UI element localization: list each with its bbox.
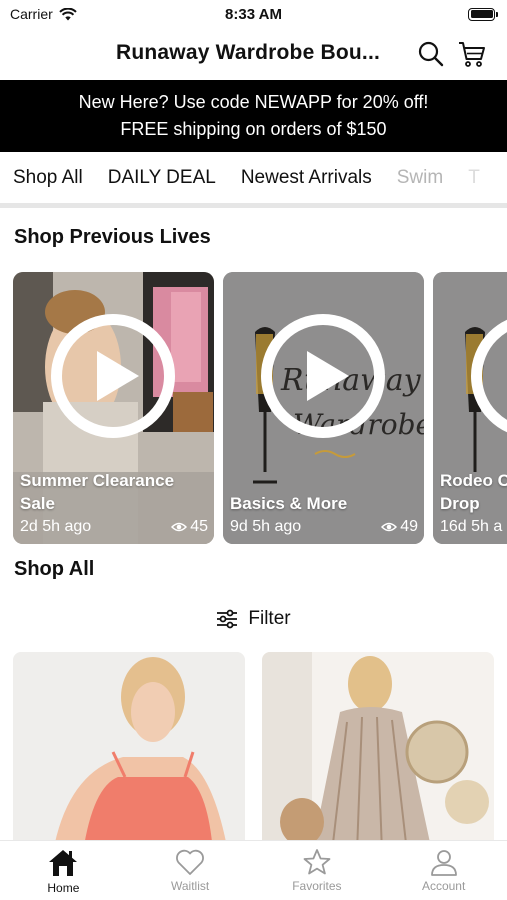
cart-button[interactable]	[456, 38, 488, 70]
nav-favorites-label: Favorites	[292, 879, 342, 893]
nav-favorites[interactable]: Favorites	[254, 841, 381, 900]
app-header: Runaway Wardrobe Bou...	[0, 28, 507, 78]
nav-waitlist-label: Waitlist	[171, 879, 210, 893]
cart-icon	[459, 42, 485, 67]
product-card[interactable]	[13, 652, 245, 852]
live-card[interactable]: Summer Clearance Sale 2d 5h ago 45	[13, 272, 214, 544]
live-title: Basics & More	[230, 494, 348, 513]
lives-section-title: Shop Previous Lives	[14, 226, 211, 248]
tab-newest-arrivals[interactable]: Newest Arrivals	[241, 152, 372, 203]
play-button[interactable]	[51, 314, 175, 438]
search-button[interactable]	[415, 38, 447, 70]
nav-account-label: Account	[421, 879, 466, 893]
product-image	[262, 652, 494, 852]
lives-carousel[interactable]: Summer Clearance Sale 2d 5h ago 45 Runaw…	[13, 272, 507, 544]
live-title: Summer Clearance Sale	[20, 471, 175, 513]
star-icon	[303, 849, 331, 875]
play-button[interactable]	[261, 314, 385, 438]
promo-line-1: New Here? Use code NEWAPP for 20% off!	[78, 92, 429, 112]
promo-line-2: FREE shipping on orders of $150	[120, 119, 387, 139]
search-icon	[418, 41, 444, 67]
tab-daily-deal[interactable]: DAILY DEAL	[108, 152, 216, 203]
eye-icon	[381, 522, 398, 532]
live-title: Rodeo C Drop	[440, 471, 507, 513]
wifi-icon	[59, 7, 77, 20]
account-icon	[430, 850, 457, 876]
live-time-ago: 2d 5h ago	[20, 518, 92, 535]
heart-icon	[176, 849, 205, 875]
nav-home[interactable]: Home	[0, 841, 127, 900]
shop-all-title: Shop All	[14, 558, 95, 580]
home-icon	[49, 850, 78, 876]
filter-label: Filter	[248, 608, 291, 629]
filter-button[interactable]: Filter	[0, 604, 507, 634]
product-card[interactable]	[262, 652, 494, 852]
category-tabs: Shop All DAILY DEAL Newest Arrivals Swim…	[0, 152, 507, 208]
nav-account[interactable]: Account	[380, 841, 507, 900]
nav-waitlist[interactable]: Waitlist	[127, 841, 254, 900]
bottom-nav: Home Waitlist Favorites Account	[0, 840, 507, 900]
carrier-label: Carrier	[10, 6, 53, 22]
tab-swim[interactable]: Swim	[397, 152, 443, 203]
nav-home-label: Home	[47, 881, 80, 895]
play-icon	[307, 351, 349, 401]
live-time-ago: 16d 5h a	[440, 518, 503, 535]
promo-banner[interactable]: New Here? Use code NEWAPP for 20% off! F…	[0, 80, 507, 152]
eye-icon	[171, 522, 188, 532]
filter-icon	[217, 609, 238, 629]
view-count: 49	[400, 518, 418, 535]
tab-more[interactable]: T	[468, 152, 480, 203]
view-count: 45	[190, 518, 208, 535]
live-card[interactable]: Runaway Wardrobe Basics & More 9d 5h ago…	[223, 272, 424, 544]
product-image	[13, 652, 245, 852]
app-title: Runaway Wardrobe Bou...	[116, 41, 381, 64]
live-card[interactable]: Rodeo C Drop 16d 5h a	[433, 272, 507, 544]
tab-shop-all[interactable]: Shop All	[13, 152, 83, 203]
play-icon	[97, 351, 139, 401]
battery-icon	[468, 7, 498, 21]
status-bar: Carrier 8:33 AM	[0, 0, 507, 28]
live-time-ago: 9d 5h ago	[230, 518, 302, 535]
